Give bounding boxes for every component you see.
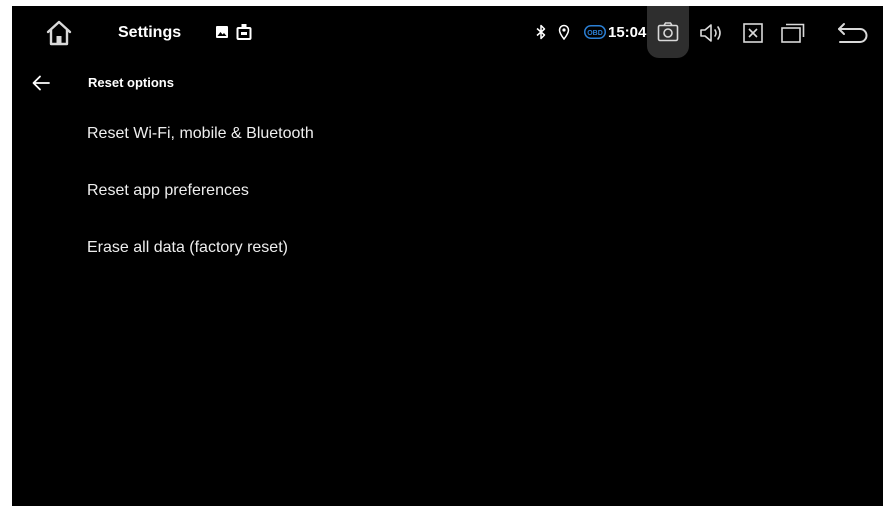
- recent-apps-button[interactable]: [778, 20, 808, 46]
- status-bar: Settings OBD 15:04: [12, 6, 883, 60]
- notification-usb: [236, 23, 252, 40]
- navigate-up-button[interactable]: [26, 68, 56, 98]
- obd-status: OBD: [584, 25, 606, 39]
- back-nav-button[interactable]: [834, 19, 872, 47]
- option-reset-app-preferences[interactable]: Reset app preferences: [12, 163, 883, 220]
- option-label: Erase all data (factory reset): [87, 239, 288, 256]
- home-icon: [46, 20, 72, 46]
- reset-options-list: Reset Wi-Fi, mobile & Bluetooth Reset ap…: [12, 106, 883, 277]
- image-icon: [216, 26, 228, 38]
- notification-image: [215, 25, 229, 39]
- obd-icon: OBD: [584, 25, 606, 39]
- app-title: Settings: [118, 24, 182, 41]
- close-button[interactable]: [739, 20, 767, 46]
- option-reset-network[interactable]: Reset Wi-Fi, mobile & Bluetooth: [12, 106, 883, 163]
- location-status: [557, 23, 571, 41]
- option-label: Reset app preferences: [87, 182, 249, 199]
- option-label: Reset Wi-Fi, mobile & Bluetooth: [87, 125, 314, 142]
- page-title: Reset options: [88, 75, 174, 90]
- volume-button[interactable]: [697, 20, 727, 46]
- recent-apps-icon: [781, 23, 805, 43]
- back-return-icon: [838, 23, 868, 43]
- camera-icon: [657, 22, 679, 42]
- volume-icon: [700, 24, 721, 42]
- usb-device-icon: [236, 24, 252, 40]
- arrow-left-icon: [32, 75, 50, 91]
- option-factory-reset[interactable]: Erase all data (factory reset): [12, 220, 883, 277]
- location-pin-icon: [558, 24, 570, 40]
- bluetooth-icon: [536, 24, 546, 40]
- screenshot-button[interactable]: [647, 6, 689, 58]
- bluetooth-status: [535, 23, 547, 41]
- device-screen: Settings OBD 15:04 Reset options Reset W…: [12, 6, 883, 506]
- close-box-icon: [743, 23, 763, 43]
- home-button[interactable]: [42, 18, 76, 48]
- status-clock: 15:04: [608, 24, 647, 41]
- svg-text:OBD: OBD: [587, 30, 603, 37]
